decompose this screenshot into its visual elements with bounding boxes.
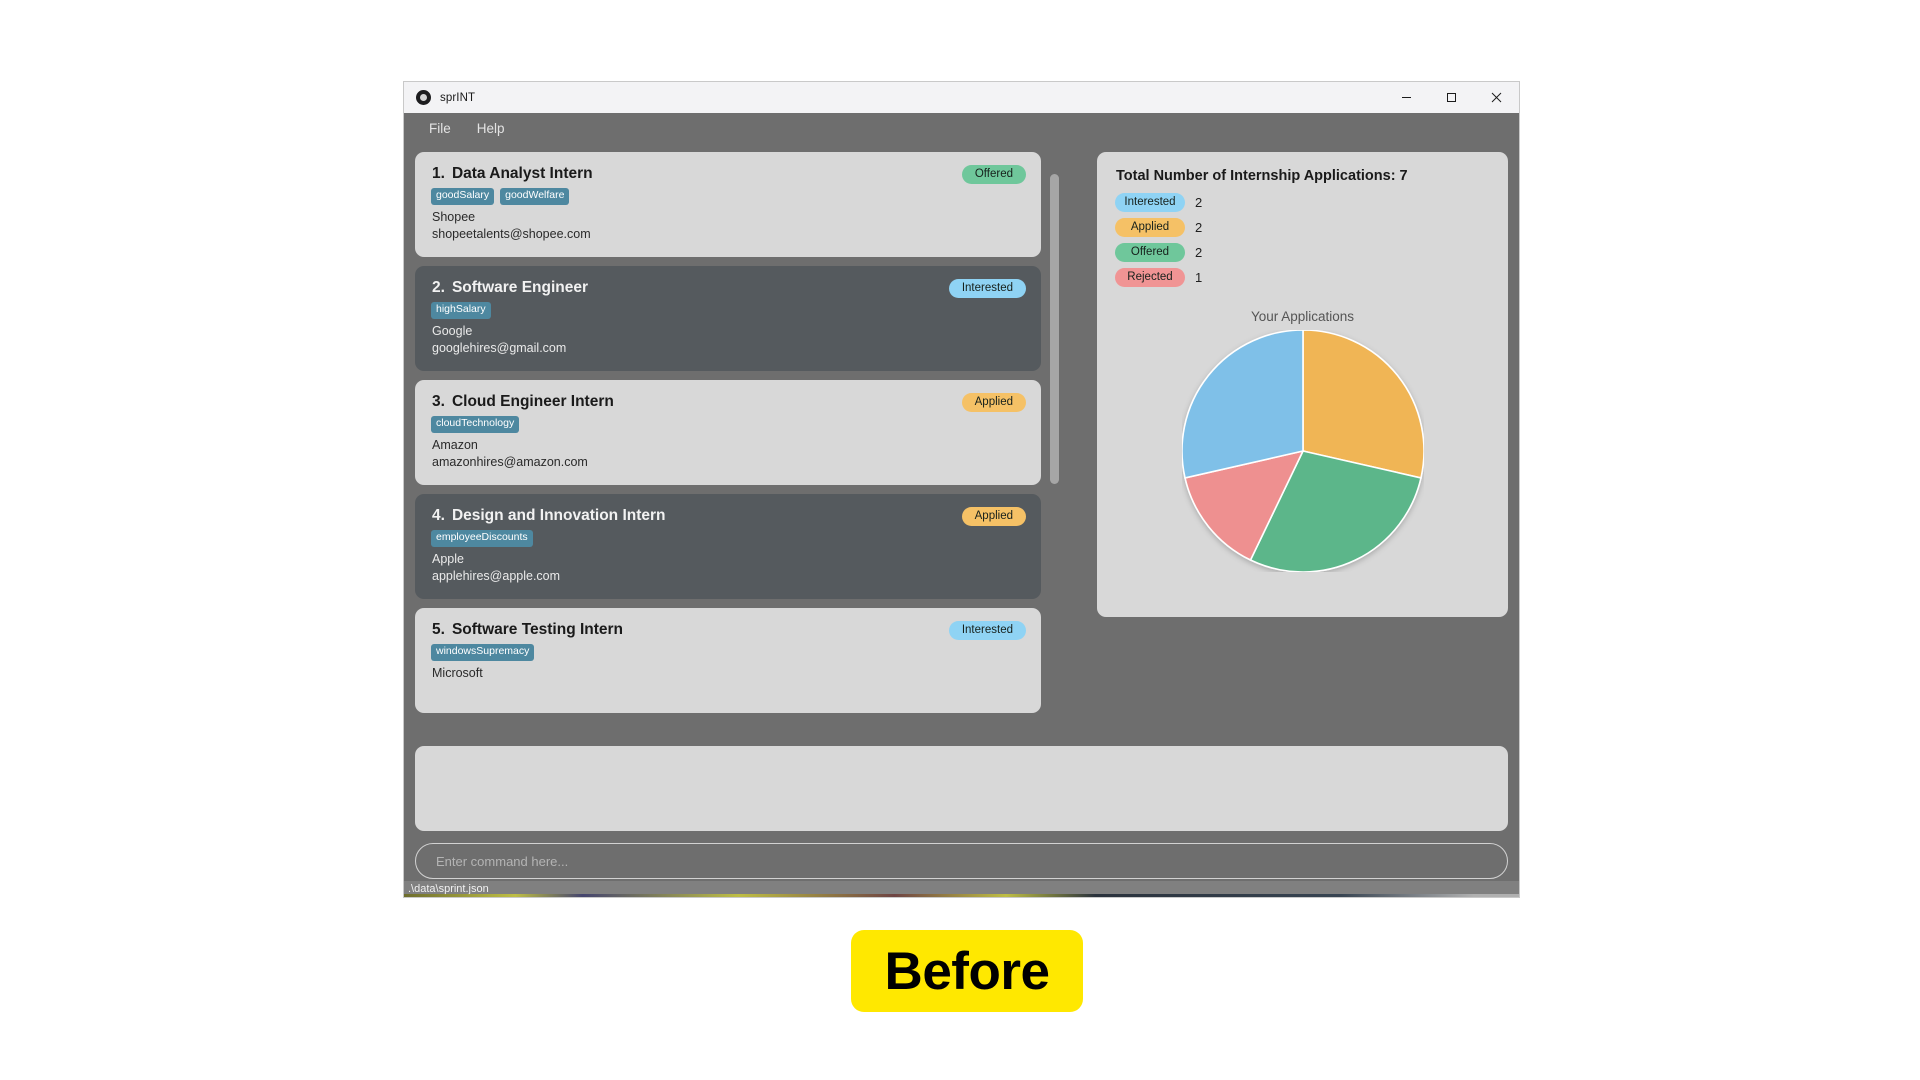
statistics-count: 2 bbox=[1195, 195, 1203, 210]
application-tag: cloudTechnology bbox=[431, 416, 520, 433]
application-index: 1. bbox=[432, 165, 445, 182]
command-input[interactable] bbox=[434, 852, 1489, 870]
application-email: shopeetalents@shopee.com bbox=[432, 226, 591, 241]
statistics-panel: Total Number of Internship Applications:… bbox=[1097, 152, 1508, 617]
application-tag: windowsSupremacy bbox=[431, 644, 535, 661]
application-status-badge: Applied bbox=[961, 507, 1026, 527]
before-badge: Before bbox=[851, 930, 1083, 1012]
statistics-row: Applied 2 bbox=[1115, 218, 1490, 237]
statistics-title: Total Number of Internship Applications:… bbox=[1116, 168, 1408, 184]
command-input-container[interactable] bbox=[415, 843, 1508, 879]
minimize-button[interactable] bbox=[1384, 82, 1429, 113]
application-tag: highSalary bbox=[431, 302, 491, 319]
statistics-status-badge: Rejected bbox=[1115, 268, 1185, 287]
application-tag-row: employeeDiscounts bbox=[431, 530, 1025, 547]
application-window: sprINT File Help 1. Data Analyst Intern go… bbox=[404, 82, 1519, 897]
application-card[interactable]: 3. Cloud Engineer Intern cloudTechnology Am… bbox=[415, 380, 1041, 486]
application-email: googlehires@gmail.com bbox=[432, 340, 567, 355]
menu-item-file[interactable]: File bbox=[420, 118, 460, 139]
pie-chart-svg bbox=[1181, 330, 1424, 572]
application-company: Microsoft bbox=[432, 665, 483, 680]
application-tag: goodSalary bbox=[431, 188, 495, 205]
application-status-badge: Interested bbox=[948, 279, 1026, 299]
statistics-legend: Interested 2 Applied 2 Offered 2 Rejected 1 bbox=[1115, 193, 1490, 287]
application-index: 4. bbox=[432, 507, 445, 525]
application-status-badge: Applied bbox=[961, 393, 1026, 413]
statistics-count: 2 bbox=[1195, 245, 1203, 260]
taskbar-sliver bbox=[404, 894, 1519, 897]
pie-slice bbox=[1181, 330, 1304, 479]
application-list-scrollbar[interactable] bbox=[1050, 152, 1059, 737]
window-title: sprINT bbox=[440, 91, 476, 104]
statistics-count: 1 bbox=[1195, 270, 1203, 285]
pie-chart-title: Your Applications bbox=[1250, 309, 1355, 324]
statistics-row: Rejected 1 bbox=[1115, 268, 1490, 287]
statistics-status-badge: Interested bbox=[1115, 193, 1185, 212]
application-title: 3. Cloud Engineer Intern bbox=[432, 393, 614, 411]
application-card[interactable]: 5. Software Testing Intern windowsSupremac… bbox=[415, 608, 1041, 714]
application-title: 1. Data Analyst Intern bbox=[432, 165, 593, 182]
application-index: 2. bbox=[432, 279, 445, 297]
title-bar: sprINT bbox=[404, 82, 1519, 113]
console-output-panel bbox=[415, 746, 1508, 831]
application-tag: employeeDiscounts bbox=[431, 530, 533, 547]
pie-chart bbox=[1115, 330, 1490, 572]
close-button[interactable] bbox=[1474, 82, 1519, 113]
application-list[interactable]: 1. Data Analyst Intern goodSalary goodWelfa… bbox=[415, 152, 1063, 737]
statistics-status-badge: Applied bbox=[1115, 218, 1185, 237]
application-title: 2. Software Engineer bbox=[432, 279, 589, 297]
menu-bar: File Help bbox=[404, 113, 1519, 143]
statistics-status-badge: Offered bbox=[1115, 243, 1185, 262]
application-list-panel: 1. Data Analyst Intern goodSalary goodWelfa… bbox=[415, 152, 1063, 737]
application-tag: goodWelfare bbox=[500, 188, 570, 205]
application-card[interactable]: 1. Data Analyst Intern goodSalary goodWelfa… bbox=[415, 152, 1041, 258]
application-company: Google bbox=[432, 323, 473, 338]
before-badge-label: Before bbox=[884, 941, 1050, 1001]
application-email: amazonhires@amazon.com bbox=[432, 454, 588, 469]
application-card[interactable]: 4. Design and Innovation Intern employeeDi… bbox=[415, 494, 1041, 600]
window-controls bbox=[1384, 82, 1519, 113]
statistics-row: Offered 2 bbox=[1115, 243, 1490, 262]
application-status-badge: Offered bbox=[961, 165, 1026, 184]
statistics-row: Interested 2 bbox=[1115, 193, 1490, 212]
application-title: 5. Software Testing Intern bbox=[432, 621, 624, 639]
application-index: 5. bbox=[432, 621, 445, 639]
content-area: 1. Data Analyst Intern goodSalary goodWelfa… bbox=[404, 143, 1519, 737]
application-tag-row: cloudTechnology bbox=[431, 416, 1025, 433]
application-email: applehires@apple.com bbox=[432, 568, 561, 583]
scrollbar-thumb[interactable] bbox=[1050, 174, 1059, 484]
application-index: 3. bbox=[432, 393, 445, 411]
menu-item-help[interactable]: Help bbox=[468, 118, 514, 139]
application-company: Apple bbox=[432, 551, 464, 566]
app-logo-icon bbox=[416, 90, 431, 105]
application-tag-row: windowsSupremacy bbox=[431, 644, 1025, 661]
application-tag-row: goodSalary goodWelfare bbox=[431, 188, 1025, 205]
application-company: Amazon bbox=[432, 437, 478, 452]
statistics-count: 2 bbox=[1195, 220, 1203, 235]
application-tag-row: highSalary bbox=[431, 302, 1025, 319]
maximize-button[interactable] bbox=[1429, 82, 1474, 113]
application-title: 4. Design and Innovation Intern bbox=[432, 507, 666, 525]
application-company: Shopee bbox=[432, 209, 476, 224]
application-status-badge: Interested bbox=[948, 621, 1026, 641]
application-card[interactable]: 2. Software Engineer highSalary Google googl… bbox=[415, 266, 1041, 372]
